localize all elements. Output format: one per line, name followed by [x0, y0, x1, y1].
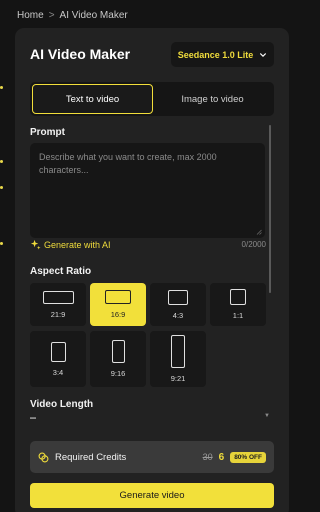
ratio-9-21-shape-icon	[171, 335, 185, 368]
edge-indicator-dot	[0, 242, 3, 245]
discounted-credits: 6	[218, 451, 225, 463]
generate-with-ai-label: Generate with AI	[44, 239, 111, 250]
breadcrumb-home[interactable]: Home	[17, 10, 44, 21]
required-credits-bar: Required Credits 30 6 80% OFF	[30, 441, 274, 473]
generate-video-button[interactable]: Generate video	[30, 483, 274, 508]
model-select[interactable]: Seedance 1.0 Lite	[171, 42, 274, 67]
chevron-down-icon	[260, 52, 267, 57]
prompt-textarea[interactable]: Describe what you want to create, max 20…	[30, 143, 265, 238]
prompt-label: Prompt	[30, 127, 65, 138]
ratio-option-label: 9:16	[110, 369, 126, 378]
original-credits: 30	[202, 452, 213, 462]
ratio-3-4-shape-icon	[50, 341, 66, 362]
ratio-16-9-shape-icon	[105, 290, 131, 304]
ratio-1-1-shape-icon	[230, 289, 246, 305]
tab-image-to-video[interactable]: Image to video	[153, 84, 272, 114]
ratio-option-21-9[interactable]: 21:9	[30, 283, 86, 326]
ratio-option-label: 16:9	[110, 310, 126, 319]
edge-indicator-dot	[0, 186, 3, 189]
video-maker-panel: AI Video Maker Seedance 1.0 Lite Text to…	[15, 28, 289, 512]
panel-title: AI Video Maker	[30, 46, 131, 62]
mode-tabs: Text to video Image to video	[30, 82, 274, 116]
model-select-value: Seedance 1.0 Lite	[177, 49, 254, 60]
sparkle-icon	[30, 239, 41, 250]
discount-badge: 80% OFF	[230, 451, 266, 463]
ratio-option-9-16[interactable]: 9:16	[90, 331, 146, 387]
edge-indicator-dot	[0, 86, 3, 89]
video-length-label: Video Length	[30, 399, 94, 410]
required-credits-label: Required Credits	[55, 451, 127, 463]
breadcrumb: Home > AI Video Maker	[17, 10, 128, 21]
tab-text-to-video[interactable]: Text to video	[32, 84, 153, 114]
coins-icon	[38, 452, 49, 462]
prompt-placeholder: Describe what you want to create, max 20…	[39, 152, 217, 175]
ratio-option-label: 9:21	[170, 374, 186, 383]
ratio-option-label: 21:9	[50, 309, 66, 319]
ratio-option-9-21[interactable]: 9:21	[150, 331, 206, 387]
video-length-divider: ▬	[30, 415, 36, 421]
ratio-option-1-1[interactable]: 1:1	[210, 283, 266, 326]
aspect-ratio-label: Aspect Ratio	[30, 266, 92, 277]
breadcrumb-current: AI Video Maker	[59, 10, 128, 21]
ratio-9-16-shape-icon	[111, 340, 125, 363]
generate-with-ai-button[interactable]: Generate with AI	[30, 239, 111, 250]
scrollbar-thumb[interactable]	[269, 125, 271, 293]
edge-indicator-dot	[0, 160, 3, 163]
ratio-option-3-4[interactable]: 3:4	[30, 331, 86, 387]
ratio-option-16-9[interactable]: 16:9	[90, 283, 146, 326]
character-counter: 0/2000	[241, 240, 266, 249]
breadcrumb-separator: >	[48, 10, 55, 21]
chevron-down-icon[interactable]: ▼	[264, 413, 270, 419]
ratio-option-label: 4:3	[172, 310, 184, 320]
ratio-option-label: 1:1	[232, 311, 244, 320]
resize-handle-icon[interactable]	[256, 229, 262, 235]
ratio-option-4-3[interactable]: 4:3	[150, 283, 206, 326]
ratio-4-3-shape-icon	[168, 289, 188, 305]
ratio-option-label: 3:4	[52, 367, 64, 377]
ratio-21-9-shape-icon	[42, 290, 74, 304]
